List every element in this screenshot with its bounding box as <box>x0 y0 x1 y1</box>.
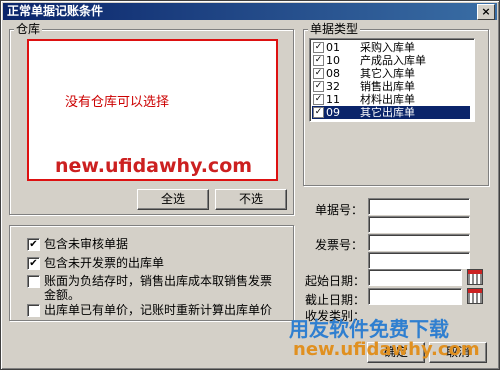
invoice-no-from-field[interactable] <box>368 234 470 251</box>
option-label: 包含未开发票的出库单 <box>44 256 165 270</box>
option-label: 包含未审核单据 <box>44 237 129 251</box>
doc-type-checkbox[interactable]: ✓ <box>313 107 324 118</box>
invoice-no-label: 发票号： <box>315 238 364 252</box>
end-date-label: 截止日期： <box>305 293 366 307</box>
option-label: 出库单已有单价，记账时重新计算出库单价 <box>44 303 273 317</box>
doc-type-name: 其它入库单 <box>360 67 415 80</box>
title-bar: 正常单据记账条件 × <box>3 3 497 20</box>
doc-type-checkbox[interactable]: ✓ <box>313 42 324 53</box>
doc-type-name: 材料出库单 <box>360 93 415 106</box>
start-date-calendar-icon[interactable] <box>467 269 483 285</box>
doc-type-list[interactable]: ✓ 01 采购入库单 ✓ 10 产成品入库单 ✓ 08 其它入库单 ✓ 32 销售出库单 ✓ 11 材料出库… <box>309 38 475 122</box>
window-title: 正常单据记账条件 <box>7 4 104 18</box>
doc-type-name: 采购入库单 <box>360 41 415 54</box>
doc-type-checkbox[interactable]: ✓ <box>313 94 324 105</box>
doc-type-code: 09 <box>326 106 340 119</box>
watermark-url: new.ufidawhy.com <box>55 155 253 177</box>
doc-type-code: 32 <box>326 80 340 93</box>
option-label: 账面为负结存时，销售出库成本取销售发票 <box>44 274 273 288</box>
doc-no-label: 单据号： <box>315 203 364 217</box>
option-checkbox[interactable] <box>27 304 40 317</box>
doc-no-to-field[interactable] <box>368 216 470 233</box>
doc-type-checkbox[interactable]: ✓ <box>313 81 324 92</box>
option-checkbox[interactable]: ✔ <box>27 238 40 251</box>
option-checkbox[interactable] <box>27 275 40 288</box>
doc-type-row[interactable]: ✓ 32 销售出库单 <box>312 80 470 93</box>
doc-type-row[interactable]: ✓ 08 其它入库单 <box>312 67 470 80</box>
doc-type-name: 其它出库单 <box>360 106 415 119</box>
invoice-no-to-field[interactable] <box>368 252 470 269</box>
end-date-calendar-icon[interactable] <box>467 288 483 304</box>
doc-type-name: 产成品入库单 <box>360 54 426 67</box>
start-date-label: 起始日期： <box>305 274 366 288</box>
watermark-url-bottom: new.ufidawhy.com <box>293 339 480 360</box>
close-button[interactable]: × <box>477 4 495 20</box>
doc-type-code: 10 <box>326 54 340 67</box>
option-label-continued: 金额。 <box>44 288 81 302</box>
select-all-button[interactable]: 全选 <box>137 189 209 210</box>
option-checkbox[interactable]: ✔ <box>27 257 40 270</box>
doc-type-checkbox[interactable]: ✓ <box>313 68 324 79</box>
doc-type-row[interactable]: ✓ 11 材料出库单 <box>312 93 470 106</box>
watermark-slogan: 用友软件免费下载 <box>289 317 449 341</box>
end-date-field[interactable] <box>368 288 462 305</box>
empty-warehouse-message: 没有仓库可以选择 <box>65 95 170 110</box>
doc-type-checkbox[interactable]: ✓ <box>313 55 324 66</box>
doc-no-from-field[interactable] <box>368 198 470 215</box>
doc-type-row[interactable]: ✓ 01 采购入库单 <box>312 41 470 54</box>
start-date-field[interactable] <box>368 269 462 286</box>
select-none-button[interactable]: 不选 <box>215 189 287 210</box>
warehouse-group-label: 仓库 <box>14 22 43 36</box>
doc-type-code: 08 <box>326 67 340 80</box>
doc-type-row[interactable]: ✓ 09 其它出库单 <box>312 106 470 119</box>
doc-type-group-label: 单据类型 <box>308 22 361 36</box>
dialog-window: 正常单据记账条件 × 仓库 没有仓库可以选择 new.ufidawhy.com … <box>0 0 500 370</box>
doc-type-name: 销售出库单 <box>360 80 415 93</box>
doc-type-code: 11 <box>326 93 340 106</box>
doc-type-code: 01 <box>326 41 340 54</box>
doc-type-row[interactable]: ✓ 10 产成品入库单 <box>312 54 470 67</box>
